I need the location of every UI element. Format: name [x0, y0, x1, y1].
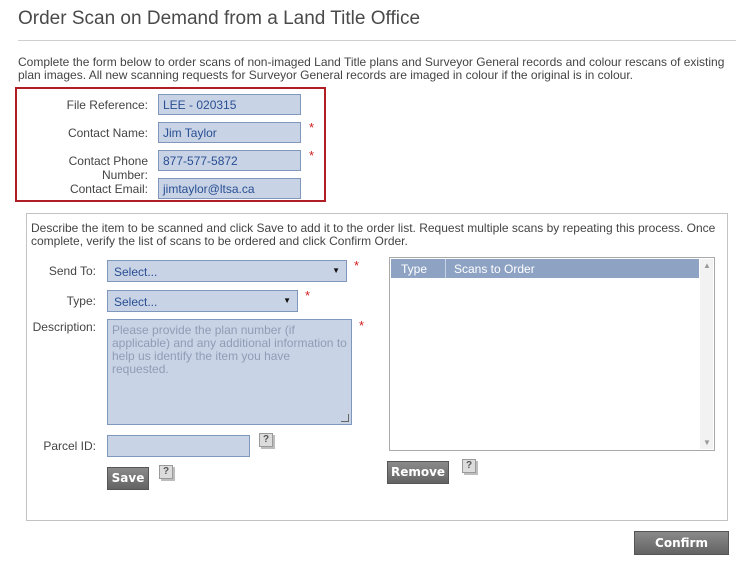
confirm-order-button[interactable]: Confirm Order	[634, 531, 729, 572]
help-icon[interactable]: ?	[462, 459, 476, 473]
title-divider	[18, 40, 736, 41]
contact-name-input[interactable]: Jim Taylor	[158, 122, 301, 143]
help-icon[interactable]: ?	[159, 465, 173, 479]
column-header-scans[interactable]: Scans to Order	[454, 262, 535, 276]
chevron-down-icon: ▼	[332, 266, 340, 275]
scroll-down-icon[interactable]: ▼	[703, 438, 711, 447]
file-reference-input[interactable]: LEE - 020315	[158, 94, 301, 115]
contact-email-input[interactable]: jimtaylor@ltsa.ca	[158, 178, 301, 199]
contact-name-label: Contact Name:	[67, 126, 148, 140]
help-icon[interactable]: ?	[259, 433, 273, 447]
required-marker: *	[309, 120, 315, 135]
type-select[interactable]: Select... ▼	[107, 290, 298, 312]
scans-list-header: Type Scans to Order	[391, 259, 699, 278]
type-selected: Select...	[114, 295, 158, 309]
required-marker: *	[309, 148, 315, 163]
description-label: Description:	[32, 320, 96, 334]
type-label: Type:	[66, 294, 96, 308]
scans-list[interactable]	[389, 257, 715, 451]
scroll-up-icon[interactable]: ▲	[703, 261, 711, 270]
contact-phone-input[interactable]: 877-577-5872	[158, 150, 301, 171]
resize-handle-icon[interactable]	[341, 414, 349, 422]
required-marker: *	[354, 258, 360, 273]
column-divider	[445, 259, 446, 278]
page-title: Order Scan on Demand from a Land Title O…	[18, 8, 421, 29]
save-button[interactable]: Save	[107, 467, 149, 490]
column-header-type[interactable]: Type	[401, 262, 427, 276]
chevron-down-icon: ▼	[283, 296, 291, 305]
parcel-id-label: Parcel ID:	[43, 439, 96, 453]
intro-text: Complete the form below to order scans o…	[18, 55, 725, 82]
scans-list-scrollbar[interactable]: ▲ ▼	[700, 259, 713, 449]
send-to-label: Send To:	[48, 264, 96, 278]
file-reference-label: File Reference:	[66, 98, 148, 112]
contact-phone-label: Contact Phone Number:	[68, 154, 148, 182]
contact-email-label: Contact Email:	[69, 182, 148, 196]
required-marker: *	[359, 318, 365, 333]
remove-button[interactable]: Remove	[387, 461, 449, 484]
send-to-select[interactable]: Select... ▼	[107, 260, 347, 282]
description-placeholder: Please provide the plan number (if appli…	[112, 323, 347, 376]
description-textarea[interactable]: Please provide the plan number (if appli…	[107, 319, 352, 425]
send-to-selected: Select...	[114, 265, 158, 279]
parcel-id-input[interactable]	[107, 435, 250, 457]
required-marker: *	[305, 288, 311, 303]
order-instructions: Describe the item to be scanned and clic…	[31, 221, 716, 248]
